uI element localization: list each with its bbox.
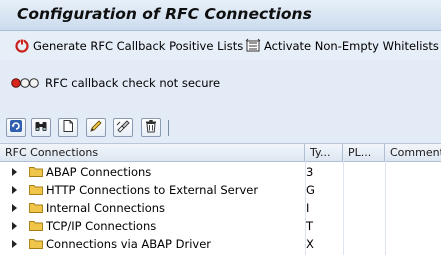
folder-icon xyxy=(29,220,43,231)
grid-toolbar xyxy=(0,114,441,142)
folder-icon xyxy=(29,184,43,195)
rfc-connections-grid: RFC Connections Ty... PL... Comment ABAP… xyxy=(0,143,441,255)
tree-row-label: Internal Connections xyxy=(46,201,166,215)
title-bar: Configuration of RFC Connections xyxy=(0,0,441,31)
tree-row-type: G xyxy=(306,183,315,197)
delete-button[interactable] xyxy=(141,118,161,137)
activate-whitelists-button[interactable]: Activate Non-Empty Whitelists xyxy=(245,38,439,54)
column-header-type[interactable]: Ty... xyxy=(305,144,343,161)
edit-button[interactable] xyxy=(86,118,106,137)
folder-icon xyxy=(29,202,43,213)
column-header-pl[interactable]: PL... xyxy=(343,144,385,161)
folder-icon xyxy=(29,166,43,177)
refresh-icon xyxy=(9,119,23,136)
tree-row-label: TCP/IP Connections xyxy=(46,219,157,233)
refresh-button[interactable] xyxy=(6,118,26,137)
display-icon xyxy=(61,119,75,136)
edit-icon xyxy=(89,119,103,136)
binoculars-icon xyxy=(34,119,48,136)
traffic-light-icon xyxy=(11,77,41,89)
tree-row-tcpip-connections[interactable]: TCP/IP Connections T xyxy=(0,217,441,235)
tree-row-internal-connections[interactable]: Internal Connections I xyxy=(0,199,441,217)
generate-icon xyxy=(14,38,30,54)
window-title: Configuration of RFC Connections xyxy=(17,5,312,23)
generate-positive-lists-label: Generate RFC Callback Positive Lists xyxy=(33,39,244,53)
change-button[interactable] xyxy=(113,118,133,137)
folder-icon xyxy=(29,238,43,249)
tree-row-type: I xyxy=(306,201,310,215)
activate-whitelists-label: Activate Non-Empty Whitelists xyxy=(264,39,439,53)
tree-row-label: HTTP Connections to External Server xyxy=(46,183,259,197)
tree-row-type: X xyxy=(306,237,314,251)
expand-arrow-icon[interactable] xyxy=(12,222,17,230)
status-line: RFC callback check not secure xyxy=(11,76,220,90)
tree-row-type: T xyxy=(306,219,314,233)
generate-positive-lists-button[interactable]: Generate RFC Callback Positive Lists xyxy=(14,38,243,54)
column-header-rfc-connections[interactable]: RFC Connections xyxy=(0,144,305,161)
delete-icon xyxy=(144,119,158,136)
status-message: RFC callback check not secure xyxy=(45,76,221,90)
expand-arrow-icon[interactable] xyxy=(12,168,17,176)
tree-row-label: ABAP Connections xyxy=(46,165,152,179)
tree-row-type: 3 xyxy=(306,165,314,179)
expand-arrow-icon[interactable] xyxy=(12,240,17,248)
activate-icon xyxy=(245,38,261,54)
application-toolbar: Generate RFC Callback Positive Lists Act… xyxy=(0,31,441,60)
expand-arrow-icon[interactable] xyxy=(12,204,17,212)
find-button[interactable] xyxy=(31,118,51,137)
tree-row-label: Connections via ABAP Driver xyxy=(46,237,212,251)
grid-header: RFC Connections Ty... PL... Comment xyxy=(0,144,441,162)
change-icon xyxy=(116,119,130,136)
toolbar-separator xyxy=(168,120,169,136)
column-header-comment[interactable]: Comment xyxy=(385,144,441,161)
tree-row-abap-driver-connections[interactable]: Connections via ABAP Driver X xyxy=(0,235,441,253)
display-button[interactable] xyxy=(58,118,78,137)
expand-arrow-icon[interactable] xyxy=(12,186,17,194)
tree-row-abap-connections[interactable]: ABAP Connections 3 xyxy=(0,163,441,181)
tree-row-http-connections[interactable]: HTTP Connections to External Server G xyxy=(0,181,441,199)
status-area: RFC callback check not secure xyxy=(0,61,441,113)
